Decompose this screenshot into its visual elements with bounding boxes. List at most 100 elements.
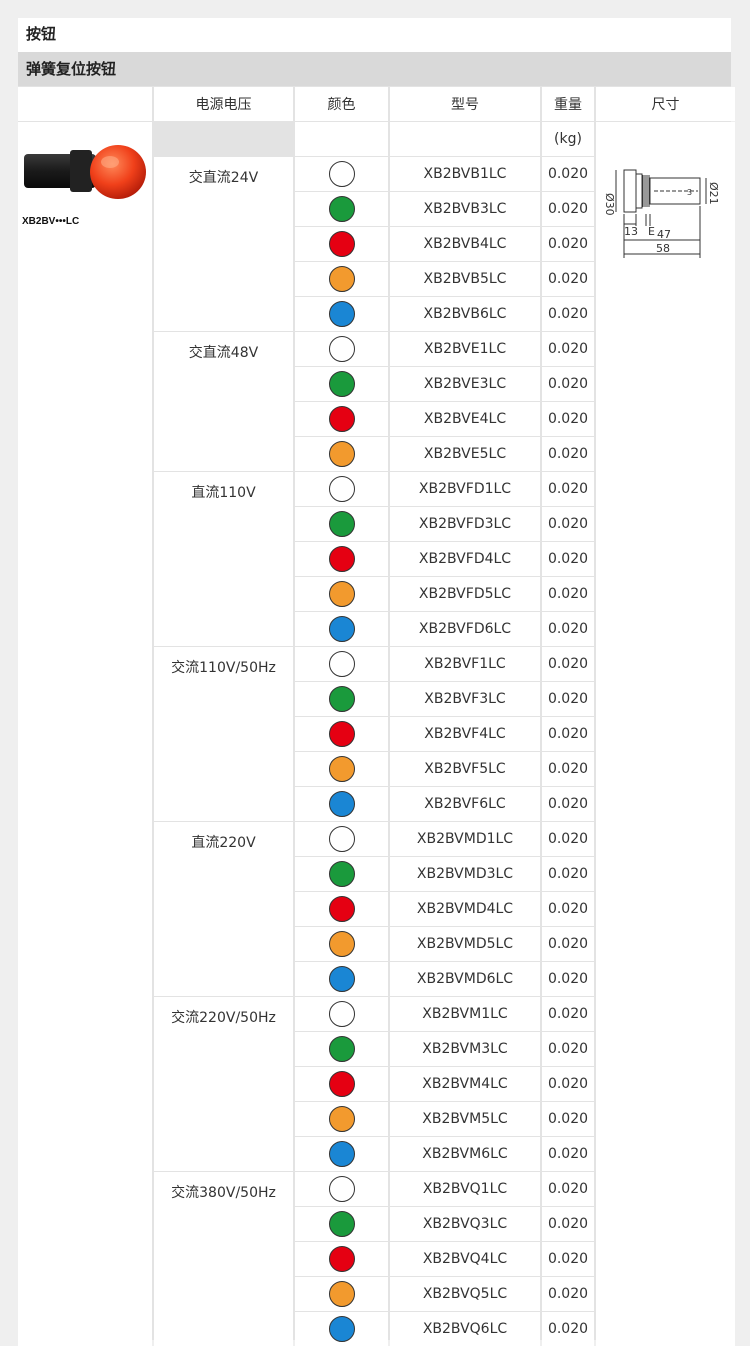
color-cell <box>295 437 388 471</box>
header-model: 型号 <box>390 87 540 121</box>
weight-cell: 0.020 <box>542 1067 594 1101</box>
weight-cell: 0.020 <box>542 262 594 296</box>
green-color-dot <box>328 371 355 397</box>
weight-cell: 0.020 <box>542 1277 594 1311</box>
weight-cell: 0.020 <box>542 1242 594 1276</box>
dim-d21: Ø21 <box>707 182 720 205</box>
weight-cell: 0.020 <box>542 297 594 331</box>
red-color-dot <box>328 406 355 432</box>
model-cell: XB2BVB1LC <box>390 157 540 191</box>
white-color-dot <box>328 1001 355 1027</box>
blue-color-dot <box>328 966 355 992</box>
color-cell <box>295 472 388 506</box>
color-blank <box>295 122 388 156</box>
voltage-cell: 交流110V/50Hz <box>154 647 293 821</box>
green-color-dot <box>328 511 355 537</box>
dim-13: 13 <box>624 225 638 238</box>
model-cell: XB2BVB5LC <box>390 262 540 296</box>
color-cell <box>295 682 388 716</box>
white-color-dot <box>328 826 355 852</box>
white-color-dot <box>328 476 355 502</box>
color-cell <box>295 1277 388 1311</box>
color-cell <box>295 1032 388 1066</box>
weight-cell: 0.020 <box>542 1102 594 1136</box>
color-cell <box>295 612 388 646</box>
color-cell <box>295 367 388 401</box>
model-cell: XB2BVB3LC <box>390 192 540 226</box>
model-cell: XB2BVB4LC <box>390 227 540 261</box>
section-subtitle: 弹簧复位按钮 <box>18 52 731 86</box>
voltage-cell: 交流380V/50Hz <box>154 1172 293 1346</box>
section-title: 按钮 <box>18 18 731 51</box>
voltage-cell: 直流220V <box>154 822 293 996</box>
weight-cell: 0.020 <box>542 1032 594 1066</box>
weight-cell: 0.020 <box>542 787 594 821</box>
weight-cell: 0.020 <box>542 1172 594 1206</box>
model-cell: XB2BVF6LC <box>390 787 540 821</box>
white-color-dot <box>328 1176 355 1202</box>
weight-cell: 0.020 <box>542 822 594 856</box>
model-cell: XB2BVMD3LC <box>390 857 540 891</box>
model-cell: XB2BVM3LC <box>390 1032 540 1066</box>
blue-color-dot <box>328 301 355 327</box>
model-cell: XB2BVQ5LC <box>390 1277 540 1311</box>
dim-pin: 3 <box>687 188 692 197</box>
header-color: 颜色 <box>295 87 388 121</box>
blue-color-dot <box>328 1141 355 1167</box>
dim-d30: Ø30 <box>603 193 616 216</box>
color-cell <box>295 1067 388 1101</box>
dim-e: E <box>648 225 655 238</box>
weight-cell: 0.020 <box>542 717 594 751</box>
green-color-dot <box>328 1036 355 1062</box>
model-cell: XB2BVFD3LC <box>390 507 540 541</box>
indicator-lamp-image <box>24 145 146 199</box>
color-cell <box>295 1207 388 1241</box>
weight-cell: 0.020 <box>542 1137 594 1171</box>
orange-color-dot <box>328 756 355 782</box>
color-cell <box>295 892 388 926</box>
color-cell <box>295 647 388 681</box>
model-cell: XB2BVFD5LC <box>390 577 540 611</box>
voltage-cell: 直流110V <box>154 472 293 646</box>
white-color-dot <box>328 336 355 362</box>
green-color-dot <box>328 1211 355 1237</box>
model-cell: XB2BVFD4LC <box>390 542 540 576</box>
weight-cell: 0.020 <box>542 962 594 996</box>
voltage-cell: 交流220V/50Hz <box>154 997 293 1171</box>
weight-cell: 0.020 <box>542 752 594 786</box>
weight-cell: 0.020 <box>542 892 594 926</box>
spec-table: 电源电压 颜色 型号 重量 尺寸 XB2BV•••LC (kg) Ø30 Ø21… <box>18 86 735 1346</box>
model-cell: XB2BVB6LC <box>390 297 540 331</box>
model-cell: XB2BVE3LC <box>390 367 540 401</box>
model-cell: XB2BVQ6LC <box>390 1312 540 1346</box>
color-cell <box>295 717 388 751</box>
model-cell: XB2BVM5LC <box>390 1102 540 1136</box>
model-cell: XB2BVM6LC <box>390 1137 540 1171</box>
color-cell <box>295 577 388 611</box>
color-cell <box>295 542 388 576</box>
model-cell: XB2BVMD6LC <box>390 962 540 996</box>
model-cell: XB2BVE5LC <box>390 437 540 471</box>
weight-cell: 0.020 <box>542 192 594 226</box>
weight-cell: 0.020 <box>542 402 594 436</box>
blue-color-dot <box>328 791 355 817</box>
dim-58: 58 <box>656 242 670 255</box>
orange-color-dot <box>328 1281 355 1307</box>
spec-sheet: 按钮 弹簧复位按钮 电源电压 颜色 型号 重量 尺寸 XB2BV•••LC (k… <box>18 18 735 1346</box>
red-color-dot <box>328 896 355 922</box>
weight-cell: 0.020 <box>542 1207 594 1241</box>
white-color-dot <box>328 651 355 677</box>
weight-cell: 0.020 <box>542 437 594 471</box>
weight-cell: 0.020 <box>542 927 594 961</box>
color-cell <box>295 297 388 331</box>
color-cell <box>295 227 388 261</box>
orange-color-dot <box>328 581 355 607</box>
weight-cell: 0.020 <box>542 367 594 401</box>
weight-cell: 0.020 <box>542 997 594 1031</box>
weight-cell: 0.020 <box>542 682 594 716</box>
color-cell <box>295 1242 388 1276</box>
red-color-dot <box>328 1071 355 1097</box>
weight-cell: 0.020 <box>542 542 594 576</box>
model-cell: XB2BVMD4LC <box>390 892 540 926</box>
weight-cell: 0.020 <box>542 507 594 541</box>
